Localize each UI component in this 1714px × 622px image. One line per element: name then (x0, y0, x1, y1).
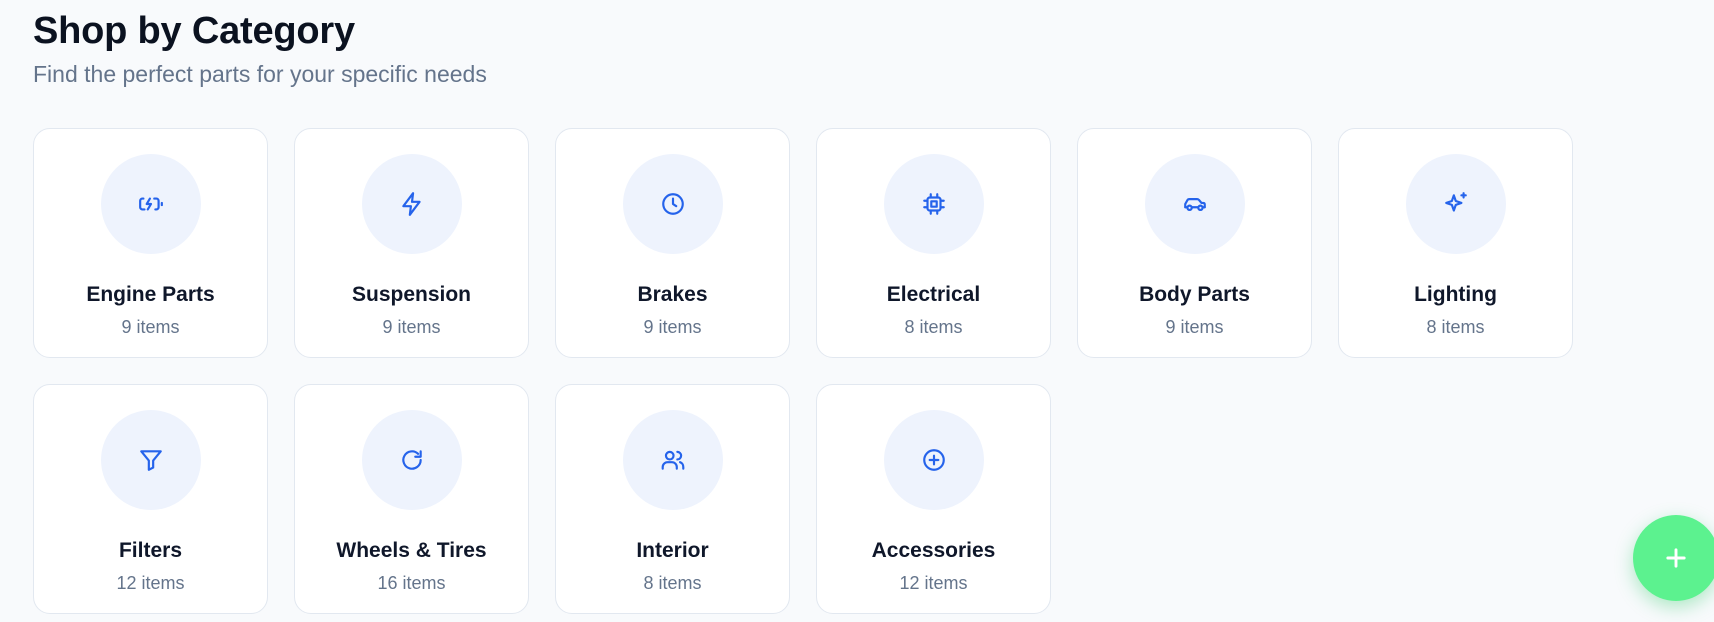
category-card-body-parts[interactable]: Body Parts 9 items (1077, 128, 1312, 358)
category-page: Shop by Category Find the perfect parts … (0, 0, 1714, 622)
category-count: 12 items (116, 573, 185, 593)
plus-icon (1666, 548, 1686, 568)
category-card-accessories[interactable]: Accessories 12 items (816, 384, 1051, 614)
category-name: Suspension (351, 283, 472, 306)
category-name: Lighting (1414, 283, 1497, 306)
category-count: 9 items (1165, 317, 1224, 337)
category-grid: Engine Parts 9 items Suspension 9 items … (33, 128, 1573, 614)
car-icon (1183, 198, 1206, 212)
battery-charging-icon (138, 197, 163, 211)
page-subtitle: Find the perfect parts for your specific… (33, 61, 487, 87)
category-card-electrical[interactable]: Electrical 8 items (816, 128, 1051, 358)
icon-circle (622, 410, 723, 510)
category-card-interior[interactable]: Interior 8 items (555, 384, 790, 614)
icon-circle (100, 410, 201, 510)
section-header: Shop by Category Find the perfect parts … (33, 8, 487, 88)
category-name: Body Parts (1139, 283, 1250, 306)
category-card-suspension[interactable]: Suspension 9 items (294, 128, 529, 358)
category-name: Wheels & Tires (336, 539, 487, 562)
category-name: Interior (636, 539, 709, 562)
floating-add-button[interactable] (1633, 515, 1714, 601)
users-icon (661, 450, 684, 470)
category-count: 9 items (643, 317, 702, 337)
category-count: 8 items (904, 317, 963, 337)
category-card-brakes[interactable]: Brakes 9 items (555, 128, 790, 358)
category-card-wheels-tires[interactable]: Wheels & Tires 16 items (294, 384, 529, 614)
category-name: Accessories (871, 539, 996, 562)
refresh-icon (401, 450, 422, 470)
category-card-filters[interactable]: Filters 12 items (33, 384, 268, 614)
category-name: Filters (118, 539, 183, 562)
category-count: 9 items (121, 317, 180, 337)
category-count: 8 items (1426, 317, 1485, 337)
icon-circle (883, 410, 984, 510)
icon-circle (883, 154, 984, 254)
clock-icon (661, 193, 684, 215)
icon-circle (1405, 154, 1506, 254)
cpu-icon (922, 193, 945, 215)
category-count: 9 items (382, 317, 441, 337)
icon-circle (622, 154, 723, 254)
category-count: 12 items (899, 573, 968, 593)
category-count: 16 items (377, 573, 446, 593)
plus-circle-icon (922, 449, 945, 471)
category-card-lighting[interactable]: Lighting 8 items (1338, 128, 1573, 358)
zap-icon (401, 192, 421, 216)
sparkles-icon (1444, 192, 1467, 212)
icon-circle (1144, 154, 1245, 254)
icon-circle (100, 154, 201, 254)
page-title: Shop by Category (33, 10, 355, 52)
category-name: Brakes (637, 283, 708, 306)
category-name: Electrical (886, 283, 981, 306)
category-name: Engine Parts (86, 283, 215, 306)
category-card-engine-parts[interactable]: Engine Parts 9 items (33, 128, 268, 358)
category-count: 8 items (643, 573, 702, 593)
filter-icon (139, 450, 162, 471)
icon-circle (361, 154, 462, 254)
icon-circle (361, 410, 462, 510)
